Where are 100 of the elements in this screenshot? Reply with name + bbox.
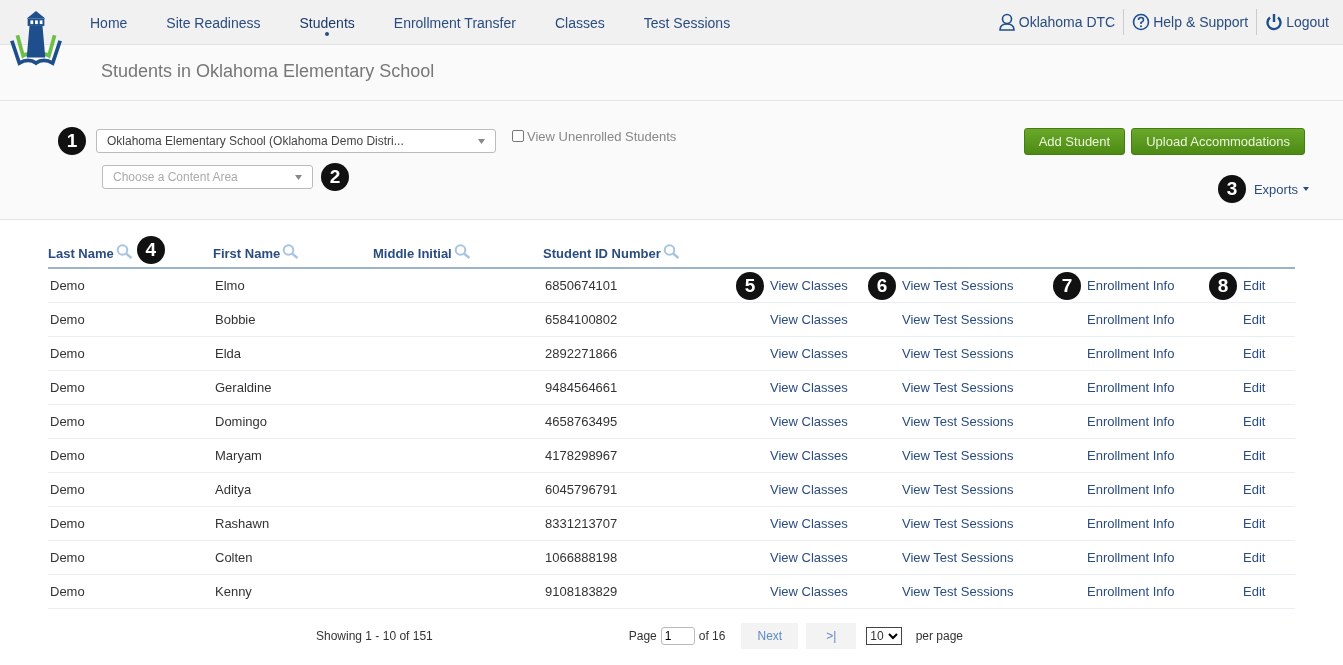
help-link[interactable]: Help & Support [1132,13,1249,31]
table-cell: Domingo [215,414,268,429]
column-header[interactable]: First Name [213,245,281,261]
row-action-link[interactable]: View Classes [770,584,848,599]
table-cell: Geraldine [215,380,272,395]
column-header[interactable]: Student ID Number [543,245,661,261]
unenrolled-checkbox[interactable]: View Unenrolled Students [512,128,677,144]
user-link[interactable]: Oklahoma DTC [997,13,1116,31]
row-action-link[interactable]: Enrollment Info [1087,550,1175,565]
row-action-link[interactable]: View Classes [770,516,848,531]
row-action-link[interactable]: Enrollment Info [1087,448,1175,463]
search-icon[interactable] [115,243,133,259]
row-action-link[interactable]: Enrollment Info [1087,312,1175,327]
table-cell: Demo [50,278,85,293]
search-icon[interactable] [662,243,680,259]
user-icon [997,13,1016,31]
page-title: Students in Oklahoma Elementary School [101,60,435,82]
logout-link[interactable]: Logout [1265,13,1329,31]
per-page-select[interactable]: 10 [866,627,902,645]
nav-link[interactable]: Students [299,8,355,36]
nav-link[interactable]: Home [90,8,128,36]
row-action-link[interactable]: View Test Sessions [902,448,1014,463]
row-action-link[interactable]: Edit [1243,380,1266,395]
callout-number: 6 [868,271,896,300]
row-action-link[interactable]: Edit [1243,346,1266,361]
row-action-link[interactable]: Edit [1243,482,1266,497]
row-action-link[interactable]: View Classes [770,312,848,327]
caret-icon [478,138,485,144]
row-action-link[interactable]: Enrollment Info [1087,346,1175,361]
nav-link[interactable]: Site Readiness [166,8,261,36]
row-action-link[interactable]: Enrollment Info [1087,278,1175,293]
row-action-link[interactable]: Edit [1243,278,1266,293]
row-action-link[interactable]: View Test Sessions [902,482,1014,497]
callout-number: 2 [321,163,349,191]
row-action-link[interactable]: Enrollment Info [1087,414,1175,429]
table-cell: Demo [50,482,85,497]
row-action-link[interactable]: View Test Sessions [902,380,1014,395]
row-action-link[interactable]: Edit [1243,448,1266,463]
table-cell: Demo [50,550,85,565]
row-action-link[interactable]: View Test Sessions [902,346,1014,361]
table-cell: 2892271866 [545,346,618,361]
school-select[interactable]: Oklahoma Elementary School (Oklahoma Demo Distri... [96,129,496,153]
row-action-link[interactable]: View Classes [770,448,848,463]
table-cell: Demo [50,346,85,361]
table-cell: Kenny [215,584,252,599]
table-cell: Demo [50,516,85,531]
row-action-link[interactable]: Edit [1243,414,1266,429]
table-cell: Colten [215,550,253,565]
table-cell: Rashawn [215,516,270,531]
table-cell: 4178298967 [545,448,618,463]
row-action-link[interactable]: Enrollment Info [1087,584,1175,599]
table-cell: Demo [50,448,85,463]
callout-number: 3 [1217,175,1246,203]
row-action-link[interactable]: View Test Sessions [902,516,1014,531]
callout-number: 5 [736,271,764,300]
row-action-link[interactable]: View Test Sessions [902,278,1014,293]
table-cell: Demo [50,414,85,429]
row-action-link[interactable]: View Test Sessions [902,414,1014,429]
row-action-link[interactable]: View Classes [770,346,848,361]
help-icon [1132,13,1151,31]
table-cell: 9108183829 [545,584,618,599]
row-action-link[interactable]: Edit [1243,550,1266,565]
row-action-link[interactable]: Edit [1243,312,1266,327]
nav-link[interactable]: Enrollment Transfer [393,8,516,36]
row-action-link[interactable]: View Classes [770,380,848,395]
column-header[interactable]: Last Name [48,245,114,261]
search-icon[interactable] [282,243,300,259]
table-cell: Maryam [215,448,262,463]
row-action-link[interactable]: Edit [1243,584,1266,599]
table-cell: 4658763495 [545,414,618,429]
callout-number: 1 [58,127,86,155]
table-cell: Elda [215,346,242,361]
row-action-link[interactable]: View Test Sessions [902,312,1014,327]
page-input[interactable]: 1 [660,627,695,645]
row-action-link[interactable]: Edit [1243,516,1266,531]
row-action-link[interactable]: View Classes [770,414,848,429]
power-icon [1265,13,1284,31]
callout-number: 7 [1053,271,1081,300]
row-action-link[interactable]: View Test Sessions [902,550,1014,565]
row-action-link[interactable]: View Test Sessions [902,584,1014,599]
nav-link[interactable]: Test Sessions [643,8,731,36]
table-cell: Aditya [215,482,252,497]
search-icon[interactable] [453,243,471,259]
nav-link[interactable]: Classes [554,8,605,36]
chevron-icon [887,632,898,640]
per-page-label: per page [915,629,964,643]
table-cell: Demo [50,584,85,599]
row-action-link[interactable]: Enrollment Info [1087,380,1175,395]
row-action-link[interactable]: Enrollment Info [1087,482,1175,497]
row-action-link[interactable]: View Classes [770,550,848,565]
row-action-link[interactable]: View Classes [770,278,848,293]
table-cell: 1066888198 [545,550,618,565]
column-header[interactable]: Middle Initial [373,245,452,261]
table-cell: Elmo [215,278,245,293]
row-action-link[interactable]: View Classes [770,482,848,497]
exports-menu[interactable]: Exports [1253,181,1309,197]
row-action-link[interactable]: Enrollment Info [1087,516,1175,531]
results-count: Showing 1 - 10 of 151 [316,629,433,643]
callout-number: 4 [136,236,165,264]
table-cell: 9484564661 [545,380,618,395]
